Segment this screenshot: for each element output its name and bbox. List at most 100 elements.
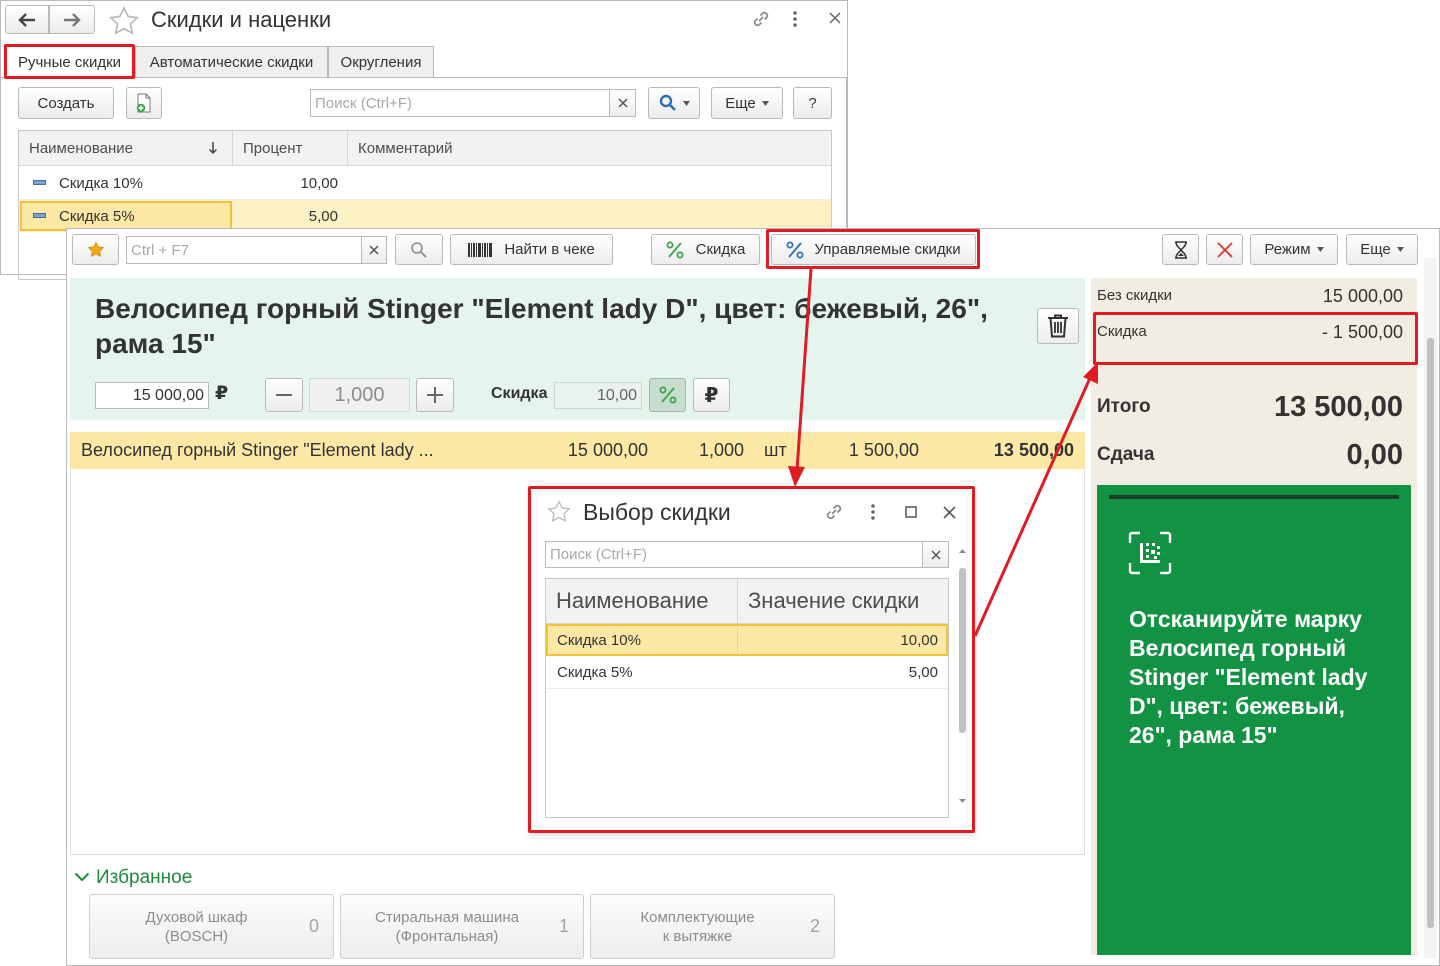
scroll-up-icon[interactable] [957,548,968,554]
product-search-placeholder: Ctrl + F7 [131,241,189,259]
dialog-search-input[interactable]: Поиск (Ctrl+F) [545,541,923,568]
dialog-row-value: 10,00 [900,631,938,649]
trash-icon [1047,314,1069,338]
column-header-percent[interactable]: Процент [233,131,348,166]
close-icon [1216,241,1233,258]
mode-label: Режим [1264,241,1311,258]
search-input[interactable]: Поиск (Ctrl+F) [310,89,610,117]
discount-button[interactable]: Скидка [651,234,760,265]
clear-search-button[interactable] [609,89,636,117]
dialog-row-value: 5,00 [908,664,938,681]
tab-manual-discounts[interactable]: Ручные скидки [6,46,133,77]
favorite-item[interactable]: Комплектующие к вытяжке 2 [590,894,835,959]
receipt-item-discount: 1 500,00 [848,440,919,460]
product-discount-input[interactable]: 10,00 [554,382,642,409]
price-currency: ₽ [215,383,229,404]
favorite-item-line2: к вытяжке [662,927,733,945]
copy-button[interactable] [126,87,162,119]
sort-arrow-down-icon [208,141,218,155]
row-status-icon [33,213,46,218]
kebab-menu-icon[interactable] [870,503,876,521]
product-panel: Велосипед горный Stinger "Element lady D… [70,278,1085,420]
chevron-down-icon[interactable] [74,872,90,882]
product-title: Велосипед горный Stinger "Element lady D… [95,293,988,359]
dialog-scrollbar[interactable] [957,548,968,808]
dialog-row-name: Скидка 5% [557,664,633,681]
increase-quantity-button[interactable] [416,378,454,412]
percent-icon [786,241,804,259]
link-icon[interactable] [751,9,771,29]
discount-total-value: - 1 500,00 [1321,322,1403,342]
product-search-button[interactable] [395,234,443,265]
help-button[interactable]: ? [793,87,832,119]
favorite-item-line1: Духовой шкаф [145,908,248,926]
receipt-item-total: 13 500,00 [993,440,1074,460]
delete-item-button[interactable] [1037,308,1079,344]
favorite-item[interactable]: Духовой шкаф (BOSCH) 0 [89,894,334,959]
discount-total-label: Скидка [1097,323,1147,340]
more-button[interactable]: Еще [711,87,783,119]
column-name-label: Наименование [29,139,133,157]
favorites-button[interactable] [72,234,119,265]
managed-discounts-button[interactable]: Управляемые скидки [771,234,976,265]
receipt-item-name: Велосипед горный Stinger "Element lady .… [81,440,434,460]
quantity-input[interactable]: 1,000 [309,378,410,412]
search-button[interactable] [648,87,700,119]
link-icon[interactable] [824,502,844,522]
managed-discounts-label: Управляемые скидки [814,241,961,258]
forward-button[interactable] [49,5,95,34]
barcode-icon [468,242,493,257]
decrease-quantity-button[interactable] [265,378,303,412]
find-in-receipt-button[interactable]: Найти в чеке [450,234,613,265]
star-icon[interactable] [547,500,571,523]
column-header-name[interactable]: Наименование [19,131,233,166]
dialog-column-header-value[interactable]: Значение скидки [738,579,948,624]
total-value: 13 500,00 [1273,391,1403,423]
chevron-down-icon [1316,247,1324,252]
receipt-row[interactable]: Велосипед горный Stinger "Element lady .… [70,432,1085,469]
dialog-scrollbar-thumb[interactable] [959,568,966,733]
favorites-label[interactable]: Избранное [96,867,192,889]
favorite-item[interactable]: Стиральная машина (Фронтальная) 1 [340,894,584,959]
ruble-toggle-button[interactable]: ₽ [693,378,730,412]
tab-automatic-discounts[interactable]: Автоматические скидки [135,46,328,77]
close-icon[interactable] [943,506,956,519]
kebab-menu-icon[interactable] [792,10,798,28]
dialog-title: Выбор скидки [583,499,731,525]
copy-document-icon [135,93,153,113]
receipt-item-quantity: 1,000 [698,440,744,460]
scroll-down-icon[interactable] [957,798,968,804]
back-button[interactable] [5,5,49,34]
table-row[interactable]: Скидка 5% 5,00 [546,656,948,689]
cancel-receipt-button[interactable] [1206,234,1243,265]
search-placeholder: Поиск (Ctrl+F) [315,94,412,112]
table-row-selected[interactable]: Скидка 10% 10,00 [546,624,948,656]
maximize-icon[interactable] [905,506,917,518]
deferred-receipt-button[interactable] [1162,234,1199,265]
percent-icon [666,241,684,259]
price-input[interactable]: 15 000,00 [95,382,209,409]
dialog-column-header-name[interactable]: Наименование [546,579,738,624]
percent-toggle-button[interactable] [649,378,686,412]
product-discount-label: Скидка [491,385,548,402]
product-search-input[interactable]: Ctrl + F7 [126,236,362,264]
chevron-down-icon [682,100,690,106]
dialog-clear-search-button[interactable] [922,541,949,568]
table-row[interactable]: Скидка 10% 10,00 [19,166,831,200]
close-icon [617,98,628,108]
favorite-item-line1: Комплектующие [640,908,755,926]
star-icon[interactable] [108,6,140,36]
create-button[interactable]: Создать [18,87,114,119]
mode-button[interactable]: Режим [1250,234,1338,265]
pos-more-button[interactable]: Еще [1346,234,1418,265]
datamatrix-scan-icon [1128,531,1172,575]
active-tab-gap [6,76,133,78]
window-title: Скидки и наценки [151,7,332,32]
pos-scrollbar-thumb[interactable] [1427,338,1434,928]
tab-roundings[interactable]: Округления [328,46,434,77]
pos-scrollbar[interactable] [1424,258,1437,958]
close-icon[interactable] [829,12,841,24]
search-icon [410,241,428,259]
column-header-comment[interactable]: Комментарий [348,131,831,166]
clear-product-search-button[interactable] [361,236,387,264]
